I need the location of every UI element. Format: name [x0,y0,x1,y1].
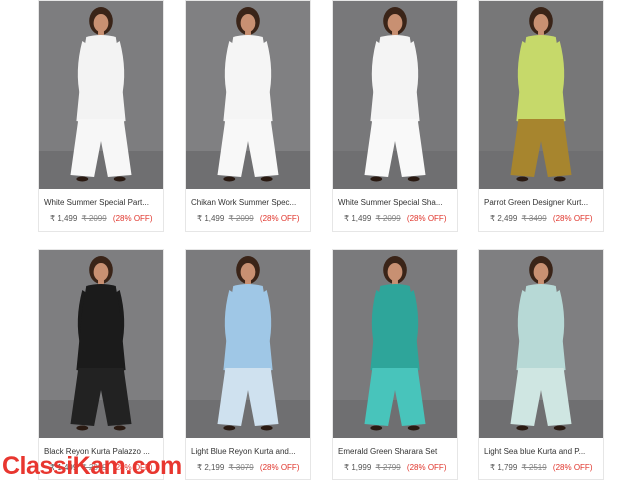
model-photo [333,1,457,189]
sale-price: ₹ 1,499 [197,214,225,223]
photo-floor [333,400,457,438]
price-row: ₹ 2,199 ₹ 3079 (28% OFF) [186,457,310,473]
model-foot [223,425,236,431]
model-foot [76,425,89,431]
model-foot [370,176,383,182]
product-image[interactable] [333,250,457,438]
model-foot [260,176,273,182]
photo-floor [186,400,310,438]
product-name[interactable]: Chikan Work Summer Spec... [186,189,310,208]
product-card[interactable]: White Summer Special Part... ₹ 1,499 ₹ 2… [38,0,164,232]
model-foot [76,176,89,182]
discount-label: (28% OFF) [406,214,447,223]
original-price: ₹ 2799 [375,463,401,472]
model-foot [113,176,126,182]
product-card[interactable]: Parrot Green Designer Kurt... ₹ 2,499 ₹ … [478,0,604,232]
discount-label: (28% OFF) [552,463,593,472]
product-name[interactable]: Light Sea blue Kurta and P... [479,438,603,457]
model-photo [186,250,310,438]
product-image[interactable] [479,250,603,438]
discount-label: (28% OFF) [259,214,300,223]
model-foot [516,425,529,431]
discount-label: (28% OFF) [552,214,593,223]
model-foot [370,425,383,431]
photo-floor [479,400,603,438]
product-image[interactable] [333,1,457,189]
site-watermark: ClassiKam.com [2,452,182,480]
model-foot [113,425,126,431]
model-foot [553,176,566,182]
model-face [240,263,256,281]
price-row: ₹ 1,999 ₹ 2799 (28% OFF) [333,457,457,473]
discount-label: (28% OFF) [259,463,300,472]
photo-floor [333,151,457,189]
model-photo [39,250,163,438]
model-foot [260,425,273,431]
product-card[interactable]: Light Sea blue Kurta and P... ₹ 1,799 ₹ … [478,249,604,480]
model-face [93,263,109,281]
photo-floor [186,151,310,189]
sale-price: ₹ 1,499 [344,214,372,223]
discount-label: (28% OFF) [406,463,447,472]
price-row: ₹ 1,499 ₹ 2099 (28% OFF) [333,208,457,224]
product-card[interactable]: White Summer Special Sha... ₹ 1,499 ₹ 20… [332,0,458,232]
product-name[interactable]: Light Blue Reyon Kurta and... [186,438,310,457]
product-card[interactable]: Emerald Green Sharara Set ₹ 1,999 ₹ 2799… [332,249,458,480]
product-card[interactable]: Black Reyon Kurta Palazzo ... ₹ 1,499 ₹ … [38,249,164,480]
price-row: ₹ 2,499 ₹ 3499 (28% OFF) [479,208,603,224]
model-photo [186,1,310,189]
sale-price: ₹ 2,499 [490,214,518,223]
original-price: ₹ 2099 [375,214,401,223]
model-foot [407,176,420,182]
original-price: ₹ 2099 [81,214,107,223]
product-image[interactable] [39,250,163,438]
price-row: ₹ 1,499 ₹ 2099 (28% OFF) [39,208,163,224]
product-name[interactable]: Emerald Green Sharara Set [333,438,457,457]
price-row: ₹ 1,499 ₹ 2099 (28% OFF) [186,208,310,224]
original-price: ₹ 3079 [228,463,254,472]
photo-floor [39,151,163,189]
model-face [533,14,549,32]
sale-price: ₹ 2,199 [197,463,225,472]
model-face [387,263,403,281]
product-name[interactable]: White Summer Special Sha... [333,189,457,208]
original-price: ₹ 2099 [228,214,254,223]
model-foot [407,425,420,431]
model-face [93,14,109,32]
price-row: ₹ 1,799 ₹ 2519 (28% OFF) [479,457,603,473]
model-foot [223,176,236,182]
model-photo [479,250,603,438]
sale-price: ₹ 1,799 [490,463,518,472]
model-photo [333,250,457,438]
discount-label: (28% OFF) [112,214,153,223]
product-image[interactable] [186,250,310,438]
photo-floor [479,151,603,189]
model-face [240,14,256,32]
product-image[interactable] [186,1,310,189]
product-image[interactable] [39,1,163,189]
model-photo [479,1,603,189]
sale-price: ₹ 1,999 [344,463,372,472]
model-foot [516,176,529,182]
model-face [387,14,403,32]
model-foot [553,425,566,431]
photo-floor [39,400,163,438]
product-name[interactable]: Parrot Green Designer Kurt... [479,189,603,208]
product-image[interactable] [479,1,603,189]
sale-price: ₹ 1,499 [50,214,78,223]
original-price: ₹ 2519 [521,463,547,472]
original-price: ₹ 3499 [521,214,547,223]
product-card[interactable]: Chikan Work Summer Spec... ₹ 1,499 ₹ 209… [185,0,311,232]
model-face [533,263,549,281]
product-name[interactable]: White Summer Special Part... [39,189,163,208]
model-photo [39,1,163,189]
product-card[interactable]: Light Blue Reyon Kurta and... ₹ 2,199 ₹ … [185,249,311,480]
